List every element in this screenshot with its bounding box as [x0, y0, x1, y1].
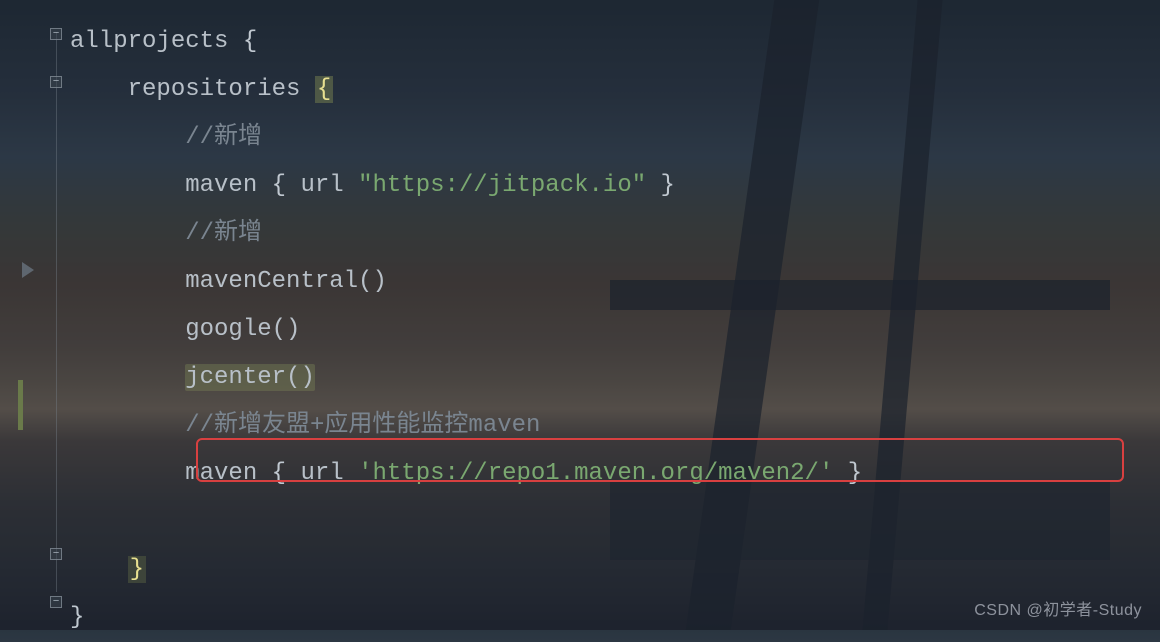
function-call: mavenCentral()	[185, 268, 387, 295]
brace-highlighted: {	[315, 76, 333, 103]
indent	[70, 460, 185, 487]
code-line[interactable]: allprojects {	[70, 18, 1160, 66]
code-editor[interactable]: allprojects { repositories { //新增 maven …	[0, 0, 1160, 630]
function-call: google()	[185, 316, 300, 343]
indent	[70, 556, 128, 583]
keyword: url	[300, 460, 343, 487]
string-literal: 'https://repo1.maven.org/maven2/'	[358, 460, 833, 487]
indent	[70, 364, 185, 391]
code-line[interactable]: //新增	[70, 114, 1160, 162]
fold-toggle-icon[interactable]	[50, 596, 62, 608]
fold-toggle-icon[interactable]	[50, 28, 62, 40]
code-line[interactable]: google()	[70, 306, 1160, 354]
indent	[70, 76, 128, 103]
code-line[interactable]: //新增友盟+应用性能监控maven	[70, 402, 1160, 450]
code-line[interactable]: //新增	[70, 210, 1160, 258]
keyword: allprojects	[70, 28, 228, 55]
comment: //新增友盟+应用性能监控maven	[70, 412, 540, 439]
vcs-change-marker	[18, 380, 23, 430]
code-line[interactable]: }	[70, 546, 1160, 594]
editor-gutter	[0, 0, 28, 630]
code-line[interactable]: maven { url "https://jitpack.io" }	[70, 162, 1160, 210]
indent	[70, 268, 185, 295]
brace: }	[646, 172, 675, 199]
brace: {	[257, 172, 300, 199]
fold-toggle-icon[interactable]	[50, 548, 62, 560]
brace-highlighted: }	[128, 556, 146, 583]
watermark-text: CSDN @初学者-Study	[974, 596, 1142, 620]
function-call-highlighted: jcenter()	[185, 364, 315, 391]
keyword: repositories	[128, 76, 301, 103]
code-line[interactable]: mavenCentral()	[70, 258, 1160, 306]
gutter-arrow-icon	[22, 262, 34, 278]
indent	[70, 316, 185, 343]
function-call: maven	[185, 460, 257, 487]
brace: }	[833, 460, 862, 487]
brace: {	[257, 460, 300, 487]
string-literal: "https://jitpack.io"	[358, 172, 646, 199]
brace: {	[228, 28, 257, 55]
comment: //新增	[70, 220, 262, 247]
code-line[interactable]: repositories {	[70, 66, 1160, 114]
code-line[interactable]: jcenter()	[70, 354, 1160, 402]
code-line[interactable]	[70, 498, 1160, 546]
brace: }	[70, 604, 84, 631]
indent	[70, 172, 185, 199]
fold-toggle-icon[interactable]	[50, 76, 62, 88]
function-call: maven	[185, 172, 257, 199]
keyword: url	[300, 172, 343, 199]
comment: //新增	[70, 124, 262, 151]
code-line[interactable]: maven { url 'https://repo1.maven.org/mav…	[70, 450, 1160, 498]
